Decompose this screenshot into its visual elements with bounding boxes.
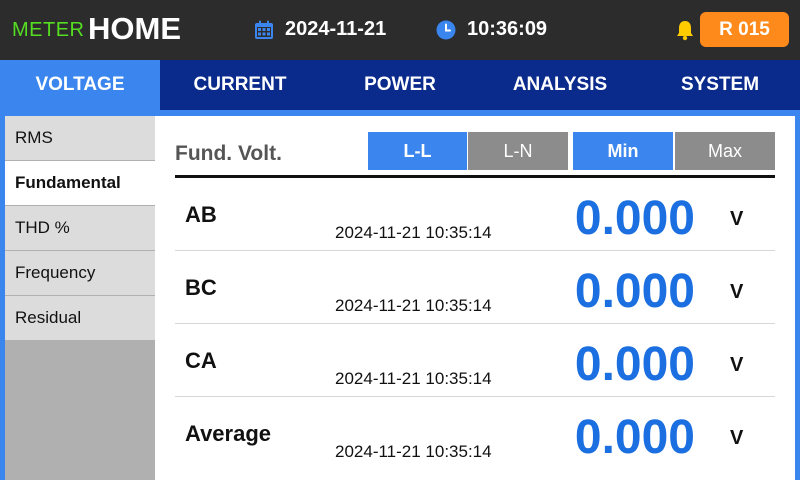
measurement-row-bc: BC 2024-11-21 10:35:14 0.000 V <box>175 251 775 324</box>
tab-system[interactable]: SYSTEM <box>640 60 800 110</box>
tab-power[interactable]: POWER <box>320 60 480 110</box>
row-value: 0.000 <box>574 192 695 245</box>
main-panel: RMS Fundamental THD % Frequency Residual… <box>0 110 800 480</box>
brand-prefix: METER <box>12 19 85 41</box>
record-badge[interactable]: R 015 <box>700 12 789 47</box>
header-bar: METER HOME 2024-11-21 10:36:09 R 015 <box>0 0 800 60</box>
sidebar: RMS Fundamental THD % Frequency Residual <box>5 116 155 480</box>
row-unit: V <box>730 281 744 303</box>
row-label: AB <box>185 202 217 227</box>
row-timestamp: 2024-11-21 10:35:14 <box>335 369 492 388</box>
ln-toggle-button[interactable]: L-N <box>468 132 568 170</box>
measurement-row-ab: AB 2024-11-21 10:35:14 0.000 V <box>175 178 775 251</box>
row-label: BC <box>185 275 217 300</box>
tab-analysis[interactable]: ANALYSIS <box>480 60 640 110</box>
row-timestamp: 2024-11-21 10:35:14 <box>335 223 492 242</box>
row-value: 0.000 <box>574 338 695 391</box>
sidebar-item-rms[interactable]: RMS <box>5 116 155 160</box>
main-tab-bar: VOLTAGE CURRENT POWER ANALYSIS SYSTEM <box>0 60 800 110</box>
row-value: 0.000 <box>574 265 695 318</box>
bell-icon[interactable] <box>674 19 696 41</box>
row-timestamp: 2024-11-21 10:35:14 <box>335 442 492 461</box>
measurement-content: Fund. Volt. L-L L-N Min Max AB 2024-11-2… <box>155 116 795 480</box>
row-label: Average <box>185 421 272 446</box>
sidebar-item-fundamental[interactable]: Fundamental <box>5 161 155 205</box>
measurement-row-average: Average 2024-11-21 10:35:14 0.000 V <box>175 397 775 470</box>
row-unit: V <box>730 427 744 449</box>
row-timestamp: 2024-11-21 10:35:14 <box>335 296 492 315</box>
sidebar-item-thd[interactable]: THD % <box>5 206 155 250</box>
page-title[interactable]: HOME <box>88 11 181 47</box>
section-title: Fund. Volt. <box>175 142 282 165</box>
max-toggle-button[interactable]: Max <box>675 132 775 170</box>
tab-current[interactable]: CURRENT <box>160 60 320 110</box>
row-unit: V <box>730 354 744 376</box>
tab-voltage[interactable]: VOLTAGE <box>0 60 160 110</box>
time-display: 10:36:09 <box>467 18 548 40</box>
date-display: 2024-11-21 <box>285 18 387 40</box>
sidebar-item-frequency[interactable]: Frequency <box>5 251 155 295</box>
measurement-row-ca: CA 2024-11-21 10:35:14 0.000 V <box>175 324 775 397</box>
sidebar-item-residual[interactable]: Residual <box>5 296 155 340</box>
ll-toggle-button[interactable]: L-L <box>368 132 467 170</box>
clock-icon <box>436 20 456 40</box>
row-value: 0.000 <box>574 411 695 464</box>
min-toggle-button[interactable]: Min <box>573 132 673 170</box>
row-label: CA <box>185 348 217 373</box>
row-unit: V <box>730 208 744 230</box>
calendar-icon <box>255 20 273 39</box>
